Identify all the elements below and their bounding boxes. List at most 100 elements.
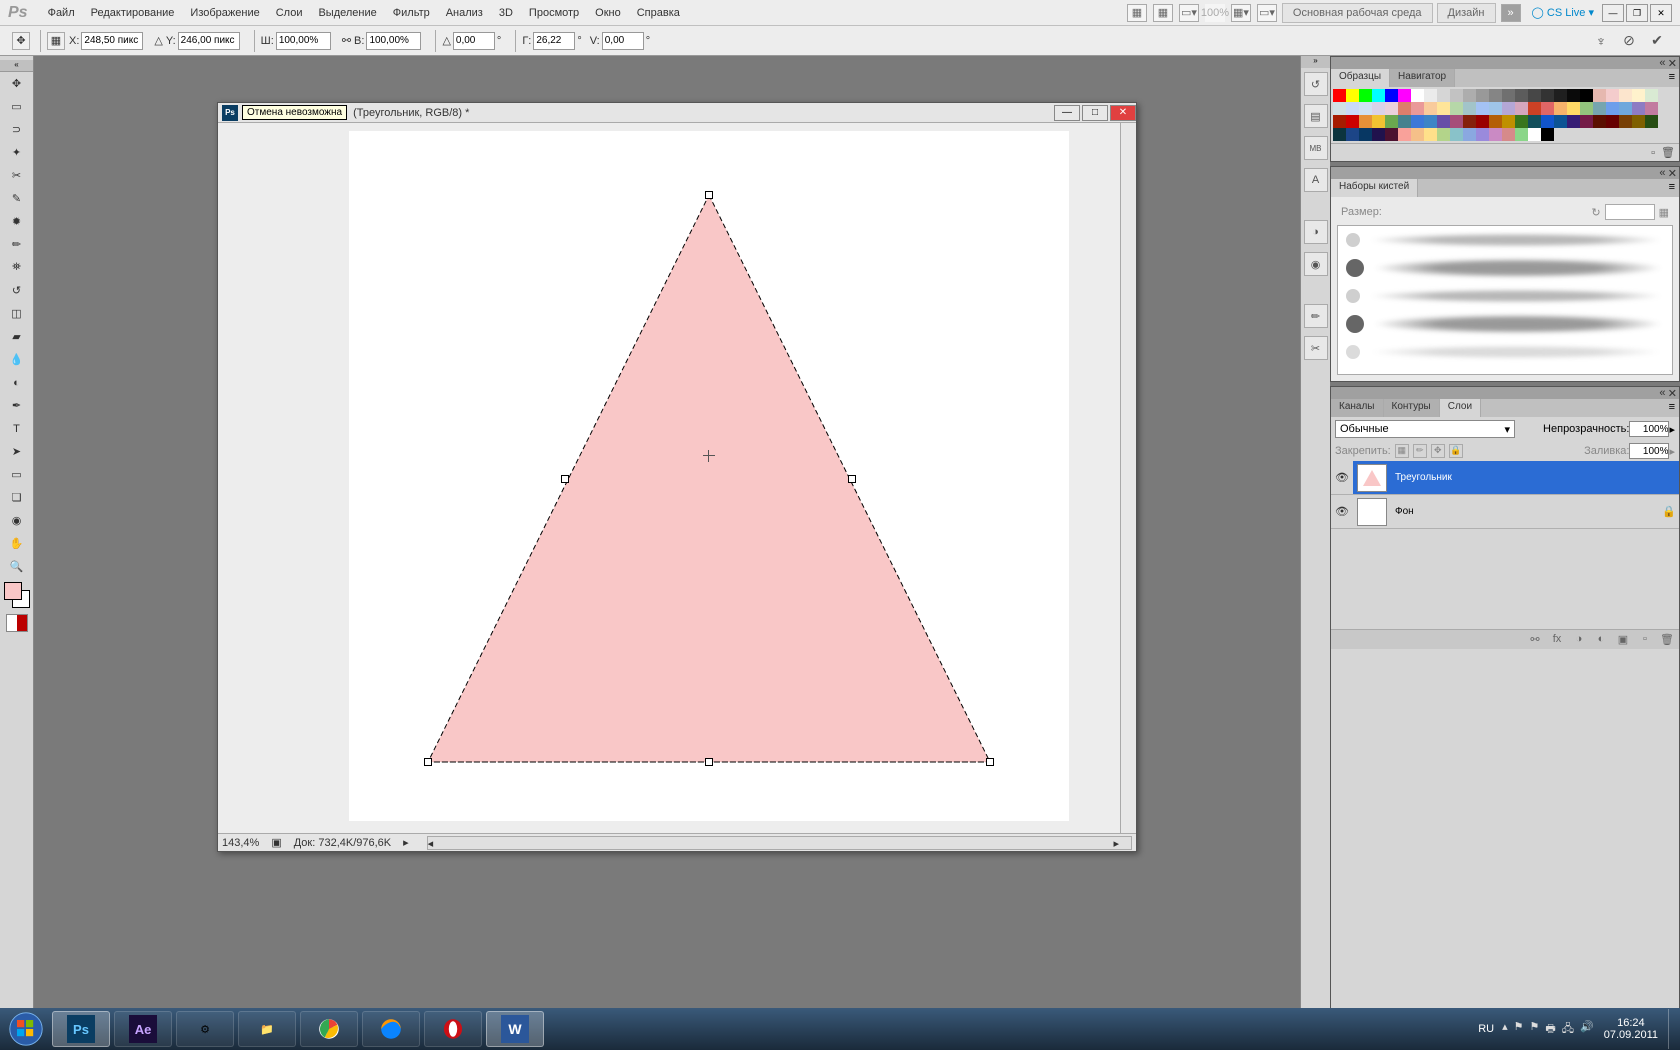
path-select-tool[interactable]: ➤ <box>4 441 30 462</box>
strip-mb-icon[interactable]: MB <box>1304 136 1328 160</box>
lock-transparency-icon[interactable]: ▦ <box>1395 444 1409 458</box>
swatch[interactable] <box>1359 115 1372 128</box>
swatch[interactable] <box>1502 89 1515 102</box>
swatch[interactable] <box>1645 102 1658 115</box>
swatch[interactable] <box>1606 115 1619 128</box>
swatch[interactable] <box>1489 89 1502 102</box>
swatch[interactable] <box>1450 115 1463 128</box>
doc-maximize-button[interactable]: □ <box>1082 105 1108 121</box>
clock[interactable]: 16:24 07.09.2011 <box>1604 1017 1658 1041</box>
eraser-tool[interactable]: ◫ <box>4 303 30 324</box>
brush-preset[interactable] <box>1338 338 1672 366</box>
tab-channels[interactable]: Каналы <box>1331 399 1384 417</box>
swatch[interactable] <box>1593 102 1606 115</box>
swap-xy-icon[interactable]: △ <box>154 34 162 47</box>
zoom-tool[interactable]: 🔍 <box>4 556 30 577</box>
swatch[interactable] <box>1346 115 1359 128</box>
swatch[interactable] <box>1424 115 1437 128</box>
task-aftereffects[interactable]: Ae <box>114 1011 172 1047</box>
link-wh-icon[interactable]: ⚯ <box>342 34 351 47</box>
swatch[interactable] <box>1411 102 1424 115</box>
swatch[interactable] <box>1437 128 1450 141</box>
strip-actions-icon[interactable]: ▤ <box>1304 104 1328 128</box>
swatch[interactable] <box>1528 115 1541 128</box>
strip-color-icon[interactable]: ◑ <box>1304 220 1328 244</box>
workspace-main[interactable]: Основная рабочая среда <box>1282 3 1433 23</box>
panel-menu-icon[interactable]: ≡ <box>1665 399 1679 417</box>
brush-preset[interactable] <box>1338 226 1672 254</box>
wand-tool[interactable]: ✦ <box>4 142 30 163</box>
layer-visibility-toggle[interactable]: 👁 <box>1331 461 1353 494</box>
menu-layers[interactable]: Слои <box>268 3 311 23</box>
workspace-design[interactable]: Дизайн <box>1437 3 1496 23</box>
gradient-tool[interactable]: ▰ <box>4 326 30 347</box>
link-layers-icon[interactable]: ⚯ <box>1527 633 1543 646</box>
task-explorer[interactable]: 📁 <box>238 1011 296 1047</box>
task-word[interactable]: W <box>486 1011 544 1047</box>
brush-size-input[interactable] <box>1605 204 1655 220</box>
swatch[interactable] <box>1541 89 1554 102</box>
type-tool[interactable]: T <box>4 418 30 439</box>
zoom-readout[interactable]: 143,4% <box>222 837 259 849</box>
swatch[interactable] <box>1515 115 1528 128</box>
swatch[interactable] <box>1567 102 1580 115</box>
handle-left-mid[interactable] <box>561 475 569 483</box>
app-restore-icon[interactable]: ❐ <box>1626 4 1648 22</box>
swatch[interactable] <box>1528 128 1541 141</box>
swatch[interactable] <box>1541 128 1554 141</box>
swatch[interactable] <box>1424 128 1437 141</box>
swatch[interactable] <box>1372 89 1385 102</box>
tray-up-icon[interactable]: ▴ <box>1502 1020 1508 1039</box>
strip-brush-icon[interactable]: ✏ <box>1304 304 1328 328</box>
task-chrome[interactable] <box>300 1011 358 1047</box>
swatch[interactable] <box>1450 89 1463 102</box>
swatch[interactable] <box>1359 102 1372 115</box>
3d-tool[interactable]: ❏ <box>4 487 30 508</box>
fill-input[interactable] <box>1629 443 1669 459</box>
3d-camera-tool[interactable]: ◉ <box>4 510 30 531</box>
swatch[interactable] <box>1515 128 1528 141</box>
tools-collapse[interactable]: « <box>0 60 33 72</box>
swatch[interactable] <box>1632 102 1645 115</box>
panel-collapse-icon[interactable]: « <box>1659 387 1665 399</box>
swatch[interactable] <box>1359 128 1372 141</box>
angle-input[interactable] <box>453 32 495 50</box>
swatch[interactable] <box>1515 89 1528 102</box>
swatch[interactable] <box>1593 89 1606 102</box>
task-opera[interactable] <box>424 1011 482 1047</box>
strip-cam-icon[interactable]: ◉ <box>1304 252 1328 276</box>
marquee-tool[interactable]: ▭ <box>4 96 30 117</box>
swatch[interactable] <box>1489 115 1502 128</box>
layer-row-triangle[interactable]: 👁 Треугольник <box>1331 461 1679 495</box>
transform-tool-icon[interactable]: ✥ <box>12 32 30 50</box>
tab-swatches[interactable]: Образцы <box>1331 69 1390 87</box>
g-input[interactable] <box>533 32 575 50</box>
handle-bottom-left[interactable] <box>424 758 432 766</box>
swatch[interactable] <box>1424 102 1437 115</box>
swatch[interactable] <box>1411 115 1424 128</box>
warp-toggle-icon[interactable]: ♆ <box>1590 31 1612 51</box>
task-firefox[interactable] <box>362 1011 420 1047</box>
cs-live[interactable]: ◯ CS Live ▾ <box>1532 6 1594 19</box>
workspace-more-icon[interactable]: » <box>1501 4 1521 22</box>
swatch[interactable] <box>1567 115 1580 128</box>
menu-help[interactable]: Справка <box>629 3 688 23</box>
tray-flag-icon[interactable]: ⚑ <box>1514 1020 1524 1039</box>
shape-tool[interactable]: ▭ <box>4 464 30 485</box>
panel-close-icon[interactable]: ✕ <box>1668 387 1677 400</box>
tray-network-icon[interactable]: 🖧 <box>1562 1020 1574 1039</box>
arrange-docs-icon[interactable]: ▦▾ <box>1231 4 1251 22</box>
swatch[interactable] <box>1333 102 1346 115</box>
handle-bottom-mid[interactable] <box>705 758 713 766</box>
panel-close-icon[interactable]: ✕ <box>1668 57 1677 70</box>
swatch[interactable] <box>1333 89 1346 102</box>
v-input[interactable] <box>602 32 644 50</box>
layer-name[interactable]: Фон <box>1391 506 1659 517</box>
swatch[interactable] <box>1450 102 1463 115</box>
menu-window[interactable]: Окно <box>587 3 629 23</box>
delete-swatch-icon[interactable]: 🗑 <box>1661 146 1675 159</box>
swatch[interactable] <box>1372 115 1385 128</box>
transform-center[interactable] <box>703 450 715 462</box>
task-gadget[interactable]: ⚙ <box>176 1011 234 1047</box>
mini-bridge-icon[interactable]: ▦ <box>1153 4 1173 22</box>
